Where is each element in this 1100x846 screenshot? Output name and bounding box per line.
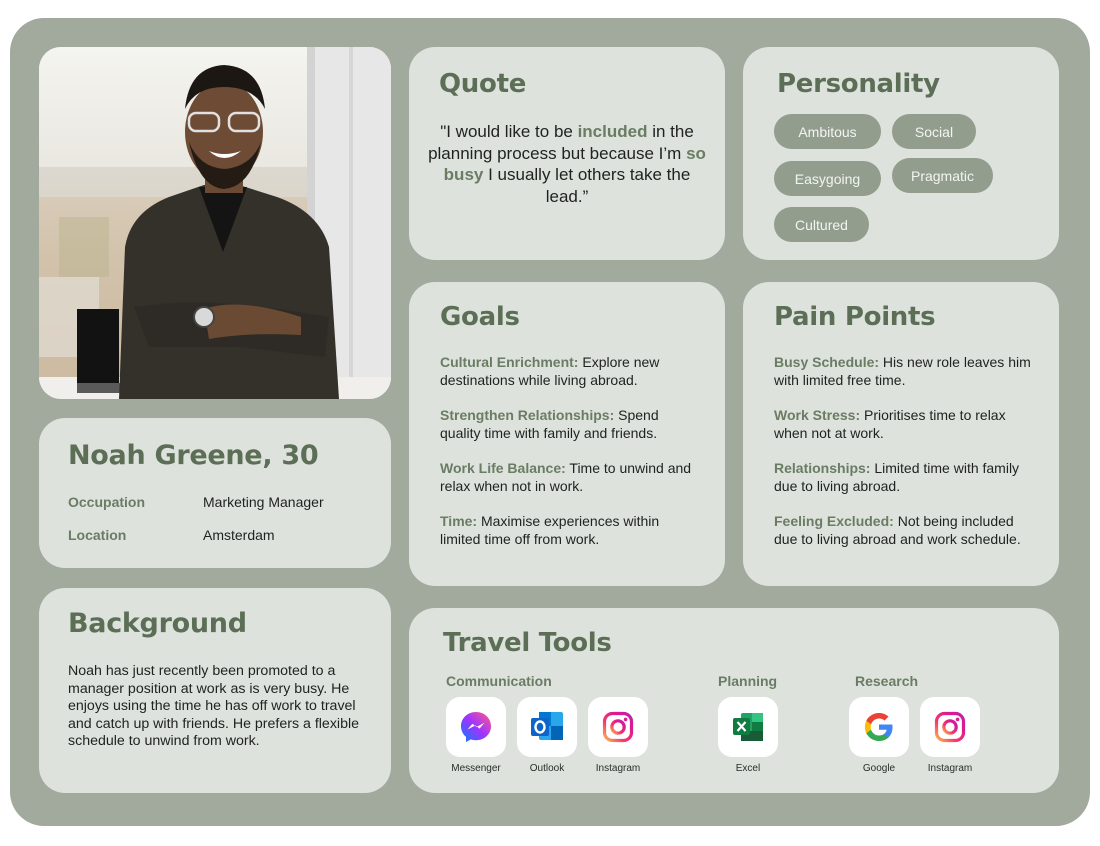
detail-row-location: Location Amsterdam	[68, 527, 275, 543]
group-label-communication: Communication	[446, 673, 552, 689]
detail-row-occupation: Occupation Marketing Manager	[68, 494, 324, 510]
pain-point-item: Work Stress: Prioritises time to relax w…	[774, 406, 1035, 442]
detail-label: Occupation	[68, 494, 146, 510]
app-outlook[interactable]: Outlook	[517, 697, 577, 774]
outlook-icon	[517, 697, 577, 757]
detail-value: Amsterdam	[203, 527, 275, 543]
goals-list: Cultural Enrichment: Explore new destina…	[440, 353, 701, 565]
goal-key: Cultural Enrichment:	[440, 354, 579, 370]
app-messenger[interactable]: Messenger	[446, 697, 506, 774]
goal-item: Cultural Enrichment: Explore new destina…	[440, 353, 701, 389]
detail-label: Location	[68, 527, 127, 543]
quote-part: I usually let others take the lead.”	[483, 165, 691, 206]
app-name: Instagram	[927, 763, 973, 774]
goal-item: Time: Maximise experiences within limite…	[440, 512, 701, 548]
background-card: Background Noah has just recently been p…	[39, 588, 391, 793]
pain-point-key: Work Stress:	[774, 407, 861, 423]
google-icon	[849, 697, 909, 757]
group-label-planning: Planning	[718, 673, 778, 689]
pain-points-card: Pain Points Busy Schedule: His new role …	[743, 282, 1059, 586]
instagram-icon	[588, 697, 648, 757]
app-excel[interactable]: Excel	[718, 697, 778, 774]
app-name: Google	[862, 763, 896, 774]
personality-card: Personality Ambitous Social Easygoing Pr…	[743, 47, 1059, 260]
app-name: Instagram	[595, 763, 641, 774]
personality-tag: Social	[892, 114, 976, 149]
pain-points-list: Busy Schedule: His new role leaves him w…	[774, 353, 1035, 565]
personality-tag: Pragmatic	[892, 158, 993, 193]
goal-key: Time:	[440, 513, 478, 529]
pain-points-title: Pain Points	[774, 302, 936, 332]
instagram-icon	[920, 697, 980, 757]
background-text: Noah has just recently been promoted to …	[68, 663, 359, 750]
goals-card: Goals Cultural Enrichment: Explore new d…	[409, 282, 725, 586]
personality-tag: Cultured	[774, 207, 869, 242]
excel-icon	[718, 697, 778, 757]
quote-part: "I would like to be	[440, 122, 578, 141]
pain-point-item: Relationships: Limited time with family …	[774, 459, 1035, 495]
app-google[interactable]: Google	[849, 697, 909, 774]
personality-title: Personality	[777, 69, 940, 99]
goal-key: Strengthen Relationships:	[440, 407, 615, 423]
group-label-research: Research	[855, 673, 919, 689]
quote-highlight: included	[577, 122, 648, 141]
goal-key: Work Life Balance:	[440, 460, 566, 476]
pain-point-item: Feeling Excluded: Not being included due…	[774, 512, 1035, 548]
quote-text: "I would like to be included in the plan…	[427, 121, 707, 207]
goal-item: Work Life Balance: Time to unwind and re…	[440, 459, 701, 495]
goal-item: Strengthen Relationships: Spend quality …	[440, 406, 701, 442]
messenger-icon	[446, 697, 506, 757]
quote-card: Quote "I would like to be included in th…	[409, 47, 725, 260]
personality-tag: Ambitous	[774, 114, 881, 149]
travel-tools-title: Travel Tools	[443, 628, 612, 658]
app-name: Excel	[735, 763, 761, 774]
pain-point-item: Busy Schedule: His new role leaves him w…	[774, 353, 1035, 389]
app-name: Messenger	[451, 763, 501, 774]
goals-title: Goals	[440, 302, 520, 332]
background-title: Background	[68, 608, 247, 639]
pain-point-key: Feeling Excluded:	[774, 513, 894, 529]
profile-card: Noah Greene, 30 Occupation Marketing Man…	[39, 418, 391, 568]
app-instagram-research[interactable]: Instagram	[920, 697, 980, 774]
travel-tools-card: Travel Tools Communication Planning Rese…	[409, 608, 1059, 793]
detail-value: Marketing Manager	[203, 494, 324, 510]
pain-point-key: Busy Schedule:	[774, 354, 880, 370]
quote-title: Quote	[439, 69, 527, 99]
app-name: Outlook	[529, 763, 565, 774]
persona-photo	[39, 47, 391, 399]
personality-tag: Easygoing	[774, 161, 881, 196]
app-instagram[interactable]: Instagram	[588, 697, 648, 774]
persona-name: Noah Greene, 30	[68, 440, 319, 471]
pain-point-key: Relationships:	[774, 460, 871, 476]
